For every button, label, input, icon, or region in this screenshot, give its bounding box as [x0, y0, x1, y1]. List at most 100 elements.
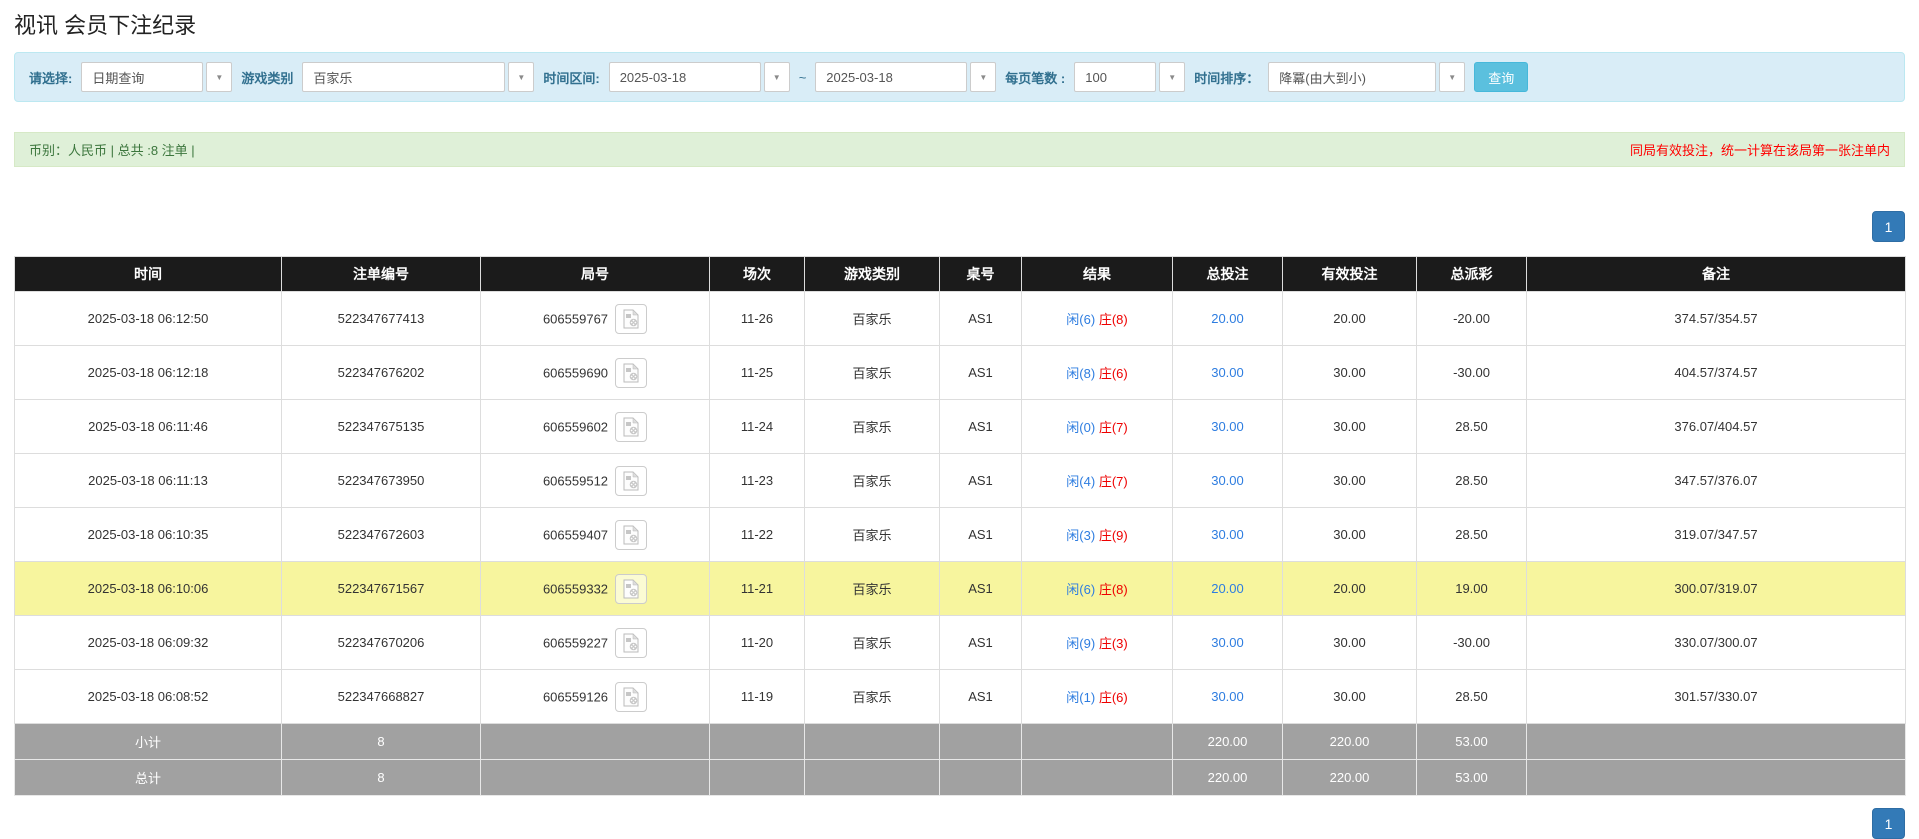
total-total-bet: 220.00 — [1172, 759, 1283, 796]
total-bet-link[interactable]: 30.00 — [1211, 473, 1244, 488]
cell-game-type: 百家乐 — [804, 453, 940, 508]
cell-bet-id: 522347671567 — [281, 561, 481, 616]
page-1-button[interactable]: 1 — [1872, 211, 1905, 242]
table-row-highlighted[interactable]: 2025-03-18 06:10:06 522347671567 6065593… — [14, 561, 1906, 616]
cell-bet-id: 522347672603 — [281, 507, 481, 562]
cell-game-type: 百家乐 — [804, 615, 940, 670]
cell-bet-id: 522347670206 — [281, 615, 481, 670]
cell-game-type: 百家乐 — [804, 291, 940, 346]
video-replay-button[interactable] — [615, 627, 648, 658]
cell-result: 闲(4) 庄(7) — [1021, 453, 1173, 508]
time-range-label: 时间区间: — [543, 70, 600, 86]
cell-total-bet: 20.00 — [1172, 561, 1283, 616]
video-replay-button[interactable] — [615, 357, 648, 388]
subtotal-row: 小计 8 220.00 220.00 53.00 — [14, 723, 1906, 760]
search-button[interactable]: 查询 — [1474, 62, 1529, 92]
table-row[interactable]: 2025-03-18 06:08:52 522347668827 6065591… — [14, 669, 1906, 724]
cell-time: 2025-03-18 06:08:52 — [14, 669, 282, 724]
cell-result: 闲(9) 庄(3) — [1021, 615, 1173, 670]
total-bet-link[interactable]: 30.00 — [1211, 527, 1244, 542]
cell-result: 闲(6) 庄(8) — [1021, 561, 1173, 616]
cell-remark: 374.57/354.57 — [1526, 291, 1906, 346]
sort-order-dropdown[interactable]: 降冪(由大到小) ▼ — [1268, 62, 1466, 92]
table-row[interactable]: 2025-03-18 06:09:32 522347670206 6065592… — [14, 615, 1906, 670]
cell-remark: 347.57/376.07 — [1526, 453, 1906, 508]
total-bet-link[interactable]: 20.00 — [1211, 311, 1244, 326]
header-valid-bet: 有效投注 — [1282, 256, 1417, 292]
cell-table-no: AS1 — [939, 561, 1022, 616]
table-row[interactable]: 2025-03-18 06:11:13 522347673950 6065595… — [14, 453, 1906, 508]
result-banker: 庄(6) — [1098, 690, 1128, 705]
result-player: 闲(3) — [1066, 528, 1096, 543]
page-title: 视讯 会员下注纪录 — [14, 13, 197, 38]
date-from-dropdown[interactable]: 2025-03-18 ▼ — [608, 62, 790, 92]
table-row[interactable]: 2025-03-18 06:10:35 522347672603 6065594… — [14, 507, 1906, 562]
video-replay-button[interactable] — [615, 681, 648, 712]
chevron-down-icon: ▼ — [970, 62, 997, 92]
summary-bar: 币别：人民币 | 总共 :8 注单 | 同局有效投注，统一计算在该局第一张注单内 — [14, 132, 1905, 167]
cell-table-no: AS1 — [939, 453, 1022, 508]
cell-total-bet: 30.00 — [1172, 399, 1283, 454]
cell-round-id: 606559126 — [480, 669, 710, 724]
total-bet-link[interactable]: 30.00 — [1211, 419, 1244, 434]
cell-valid-bet: 30.00 — [1282, 453, 1417, 508]
total-bet-link[interactable]: 20.00 — [1211, 581, 1244, 596]
round-id-text: 606559332 — [542, 581, 609, 596]
result-banker: 庄(6) — [1098, 366, 1128, 381]
cell-game-type: 百家乐 — [804, 561, 940, 616]
header-total-bet: 总投注 — [1172, 256, 1283, 292]
cell-session: 11-24 — [709, 399, 805, 454]
cell-time: 2025-03-18 06:11:46 — [14, 399, 282, 454]
cell-round-id: 606559690 — [480, 345, 710, 400]
query-type-value: 日期查询 — [81, 62, 204, 92]
subtotal-payout: 53.00 — [1416, 723, 1527, 760]
cell-round-id: 606559332 — [480, 561, 710, 616]
cell-empty — [480, 723, 710, 760]
sort-order-label: 时间排序： — [1194, 70, 1260, 86]
subtotal-count: 8 — [281, 723, 481, 760]
table-row[interactable]: 2025-03-18 06:12:18 522347676202 6065596… — [14, 345, 1906, 400]
chevron-down-icon: ▼ — [1439, 62, 1466, 92]
video-replay-button[interactable] — [615, 303, 648, 334]
video-replay-button[interactable] — [615, 519, 648, 550]
cell-result: 闲(1) 庄(6) — [1021, 669, 1173, 724]
cell-table-no: AS1 — [939, 507, 1022, 562]
header-result: 结果 — [1021, 256, 1173, 292]
cell-table-no: AS1 — [939, 615, 1022, 670]
table-row[interactable]: 2025-03-18 06:12:50 522347677413 6065597… — [14, 291, 1906, 346]
table-row[interactable]: 2025-03-18 06:11:46 522347675135 6065596… — [14, 399, 1906, 454]
round-id-text: 606559512 — [542, 473, 609, 488]
header-table-no: 桌号 — [939, 256, 1022, 292]
query-type-dropdown[interactable]: 日期查询 ▼ — [81, 62, 233, 92]
cell-bet-id: 522347668827 — [281, 669, 481, 724]
cell-valid-bet: 30.00 — [1282, 507, 1417, 562]
pagination-top: 1 — [14, 211, 1905, 242]
total-bet-link[interactable]: 30.00 — [1211, 635, 1244, 650]
video-replay-button[interactable] — [615, 465, 648, 496]
result-player: 闲(4) — [1066, 474, 1096, 489]
cell-empty — [1526, 723, 1906, 760]
bet-records-table: 时间 注单编号 局号 场次 游戏类别 桌号 结果 总投注 有效投注 总派彩 备注… — [14, 256, 1906, 796]
page-size-dropdown[interactable]: 100 ▼ — [1074, 62, 1186, 92]
table-header-row: 时间 注单编号 局号 场次 游戏类别 桌号 结果 总投注 有效投注 总派彩 备注 — [14, 256, 1906, 292]
cell-total-bet: 30.00 — [1172, 669, 1283, 724]
cell-game-type: 百家乐 — [804, 669, 940, 724]
round-id-text: 606559407 — [542, 527, 609, 542]
cell-valid-bet: 30.00 — [1282, 399, 1417, 454]
cell-payout: 28.50 — [1416, 453, 1527, 508]
cell-session: 11-23 — [709, 453, 805, 508]
video-replay-button[interactable] — [615, 573, 648, 604]
result-player: 闲(9) — [1066, 636, 1096, 651]
round-id-text: 606559227 — [542, 635, 609, 650]
result-player: 闲(6) — [1066, 312, 1096, 327]
cell-payout: 19.00 — [1416, 561, 1527, 616]
game-type-value: 百家乐 — [302, 62, 506, 92]
cell-total-bet: 30.00 — [1172, 345, 1283, 400]
date-to-dropdown[interactable]: 2025-03-18 ▼ — [815, 62, 997, 92]
total-count: 8 — [281, 759, 481, 796]
page-1-button[interactable]: 1 — [1872, 808, 1905, 839]
game-type-dropdown[interactable]: 百家乐 ▼ — [302, 62, 535, 92]
video-replay-button[interactable] — [615, 411, 648, 442]
total-bet-link[interactable]: 30.00 — [1211, 365, 1244, 380]
total-bet-link[interactable]: 30.00 — [1211, 689, 1244, 704]
